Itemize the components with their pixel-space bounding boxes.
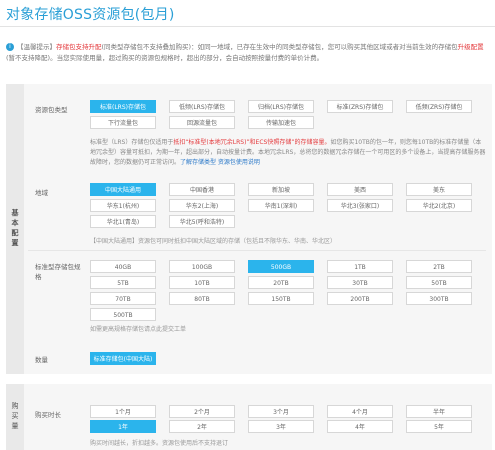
notice-banner: i 【温馨提示】存储包支持升配(同类型存储包不支持叠加购买)：如同一地域，已存在生… (6, 42, 488, 64)
capacity-option[interactable]: 150TB (248, 292, 314, 305)
capacity-hint[interactable]: 如需更高规格存储包请点此提交工单 (90, 324, 186, 333)
duration-option[interactable]: 4年 (327, 420, 393, 433)
title-divider (0, 26, 495, 27)
quantity-label: 数量 (35, 356, 48, 364)
storage-type-description: 标准型（LRS）存储包仅适用于抵扣“标准型(本地冗余LRS)”和ECS快照存储”… (90, 138, 486, 168)
region-option[interactable]: 美东 (406, 183, 472, 196)
duration-option[interactable]: 1个月 (90, 405, 156, 418)
region-option[interactable]: 华南1(深圳) (248, 199, 314, 212)
capacity-option[interactable]: 40GB (90, 260, 156, 273)
notice-text-2: (暂不支持降配)。当您实际使用量，超过购买的资源包规格时，超出的部分，会自动按照… (6, 54, 324, 62)
duration-option[interactable]: 半年 (406, 405, 472, 418)
duration-option[interactable]: 2个月 (169, 405, 235, 418)
capacity-option[interactable]: 5TB (90, 276, 156, 289)
purchase-amount-tab: 购买量 (6, 384, 24, 450)
capacity-option[interactable]: 300TB (406, 292, 472, 305)
region-option[interactable]: 华北3(张家口) (327, 199, 393, 212)
capacity-option[interactable]: 500GB (248, 260, 314, 273)
region-option[interactable]: 中国大陆通用 (90, 183, 156, 196)
desc-prefix: 标准型（LRS）存储包仅适用于 (90, 139, 174, 146)
region-label: 地域 (35, 189, 48, 197)
info-icon: i (6, 43, 14, 51)
storage-type-option[interactable]: 标准(LRS)存储包 (90, 100, 156, 113)
notice-prefix: 【温馨提示】 (17, 43, 56, 51)
duration-label: 购买时长 (35, 411, 61, 419)
notice-text-1: (同类型存储包不支持叠加购买)：如同一地域，已存在生效中的同类型存储包，您可以购… (101, 43, 458, 51)
notice-upgrade-support: 存储包支持升配 (56, 43, 102, 51)
storage-type-option[interactable]: 低频(ZRS)存储包 (406, 100, 472, 113)
duration-option[interactable]: 5年 (406, 420, 472, 433)
capacity-option[interactable]: 50TB (406, 276, 472, 289)
storage-type-option[interactable]: 归档(LRS)存储包 (248, 100, 314, 113)
capacity-label: 标准型存储包规格 (35, 263, 81, 281)
region-option[interactable]: 新加坡 (248, 183, 314, 196)
duration-option[interactable]: 1年 (90, 420, 156, 433)
storage-type-option[interactable]: 下行流量包 (90, 116, 156, 129)
capacity-option[interactable]: 200TB (327, 292, 393, 305)
capacity-option[interactable]: 70TB (90, 292, 156, 305)
basic-config-tab: 基本配置 (6, 84, 24, 374)
region-option[interactable]: 华东1(杭州) (90, 199, 156, 212)
page-title: 对象存储OSS资源包(包月) (6, 7, 175, 23)
region-hint: 【中国大陆通用】资源包可同时抵扣中国大陆区域的存储（包括且不限华东、华南、华北区… (90, 238, 337, 245)
storage-type-option[interactable]: 标准(ZRS)存储包 (327, 100, 393, 113)
duration-option[interactable]: 3年 (248, 420, 314, 433)
region-option[interactable]: 华东2(上海) (169, 199, 235, 212)
storage-type-option[interactable]: 回源流量包 (169, 116, 235, 129)
capacity-option[interactable]: 1TB (327, 260, 393, 273)
quantity-selected-package[interactable]: 标准存储包(中国大陆) (90, 352, 156, 365)
storage-type-option[interactable]: 传输加速包 (248, 116, 314, 129)
capacity-option[interactable]: 10TB (169, 276, 235, 289)
duration-hint: 购买时间越长，折扣越多。资源包使用后不支持退订 (90, 440, 229, 447)
duration-option[interactable]: 4个月 (327, 405, 393, 418)
storage-type-option[interactable]: 低频(LRS)存储包 (169, 100, 235, 113)
duration-option[interactable]: 2年 (169, 420, 235, 433)
region-option[interactable]: 华北2(北京) (406, 199, 472, 212)
storage-type-label: 资源包类型 (35, 106, 68, 114)
duration-option[interactable]: 3个月 (248, 405, 314, 418)
capacity-option[interactable]: 80TB (169, 292, 235, 305)
desc-highlight: 抵扣“标准型(本地冗余LRS)”和ECS快照存储”的存储容量。 (173, 139, 331, 146)
capacity-option[interactable]: 500TB (90, 308, 156, 321)
notice-upgrade-link[interactable]: 升级配置 (458, 43, 484, 51)
section-divider (28, 250, 486, 251)
capacity-option[interactable]: 100GB (169, 260, 235, 273)
region-option[interactable]: 华北1(青岛) (90, 215, 156, 228)
storage-type-help-link[interactable]: 了解存储类型 资源包使用说明 (180, 159, 260, 166)
region-option[interactable]: 华北5(呼和浩特) (169, 215, 235, 228)
capacity-option[interactable]: 2TB (406, 260, 472, 273)
region-option[interactable]: 美西 (327, 183, 393, 196)
capacity-option[interactable]: 30TB (327, 276, 393, 289)
capacity-option[interactable]: 20TB (248, 276, 314, 289)
region-option[interactable]: 中国香港 (169, 183, 235, 196)
